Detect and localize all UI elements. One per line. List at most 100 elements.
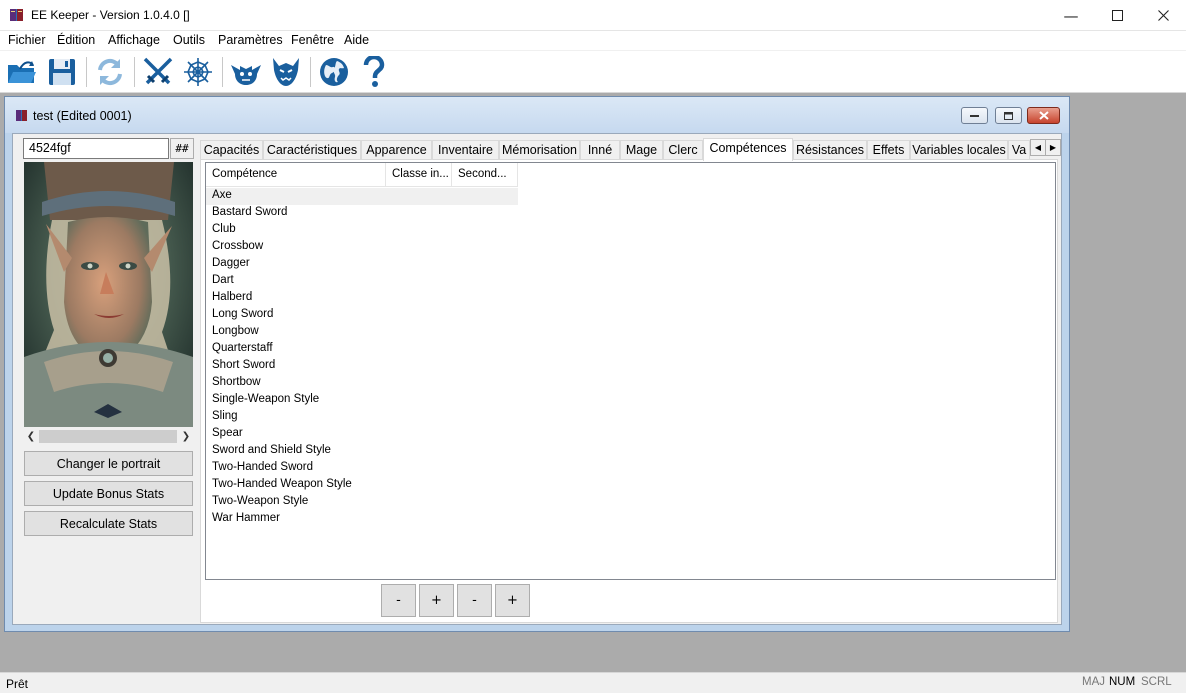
save-button[interactable] — [44, 54, 80, 90]
skill-row[interactable]: Two-Weapon Style — [206, 494, 518, 511]
column-header-second[interactable]: Second... — [452, 163, 518, 187]
weapons-button[interactable] — [140, 54, 176, 90]
elf-portrait-image — [24, 162, 193, 427]
skills-list[interactable]: Compétence Classe in... Second... Axe Bas… — [205, 162, 1056, 580]
tab-memorisation[interactable]: Mémorisation — [499, 140, 580, 160]
skill-row[interactable]: Single-Weapon Style — [206, 392, 518, 409]
change-portrait-button[interactable]: Changer le portrait — [24, 451, 193, 476]
tab-scroll-right-button[interactable]: ▶ — [1045, 139, 1061, 156]
close-icon — [1157, 10, 1169, 21]
skill-row[interactable]: Long Sword — [206, 307, 518, 324]
skill-row[interactable]: Shortbow — [206, 375, 518, 392]
skill-row[interactable]: Sling — [206, 409, 518, 426]
tab-variables-locales[interactable]: Variables locales — [910, 140, 1008, 160]
triangle-right-icon: ▶ — [1049, 143, 1057, 152]
menu-outils[interactable]: Outils — [173, 33, 205, 47]
tab-capacites[interactable]: Capacités — [200, 140, 263, 160]
skill-row[interactable]: Dagger — [206, 256, 518, 273]
goblin-face-icon — [231, 65, 261, 85]
tab-competences[interactable]: Compétences — [703, 138, 793, 161]
skill-row[interactable]: Two-Handed Sword — [206, 460, 518, 477]
portrait-horizontal-scrollbar[interactable]: ❮ ❯ — [24, 428, 193, 445]
tab-mage[interactable]: Mage — [620, 140, 663, 160]
update-bonus-stats-button[interactable]: Update Bonus Stats — [24, 481, 193, 506]
increase-button-1[interactable]: + — [419, 584, 454, 617]
hash-button[interactable]: ## — [170, 138, 194, 159]
skill-row[interactable]: Axe — [206, 188, 518, 205]
tab-caracteristiques[interactable]: Caractéristiques — [263, 140, 361, 160]
spider-web-icon — [184, 58, 212, 86]
child-restore-button[interactable] — [995, 107, 1022, 124]
open-button[interactable] — [4, 54, 40, 90]
crossed-swords-icon — [143, 57, 173, 85]
menu-edition[interactable]: Édition — [57, 33, 95, 47]
tab-apparence[interactable]: Apparence — [361, 140, 432, 160]
open-folder-icon — [8, 61, 36, 83]
tab-inne[interactable]: Inné — [580, 140, 620, 160]
tab-inventaire[interactable]: Inventaire — [432, 140, 499, 160]
triangle-left-icon: ◀ — [1034, 143, 1042, 152]
character-name-input[interactable]: 4524fgf — [23, 138, 169, 159]
menu-fichier[interactable]: Fichier — [8, 33, 46, 47]
skill-row[interactable]: Halberd — [206, 290, 518, 307]
character-window: test (Edited 0001) 4524fgf ## ❮ ❯ Change… — [4, 96, 1070, 632]
toolbar — [0, 51, 1186, 93]
maximize-button[interactable] — [1094, 0, 1140, 31]
scroll-right-icon[interactable]: ❯ — [179, 428, 193, 445]
globe-icon — [320, 58, 348, 86]
tab-effets[interactable]: Effets — [867, 140, 910, 160]
menu-fenetre[interactable]: Fenêtre — [291, 33, 334, 47]
skill-row[interactable]: Two-Handed Weapon Style — [206, 477, 518, 494]
minimize-button[interactable]: — — [1048, 0, 1094, 31]
help-button[interactable] — [356, 54, 392, 90]
demon-face-icon — [273, 58, 299, 86]
skill-row[interactable]: War Hammer — [206, 511, 518, 528]
toolbar-separator — [310, 57, 311, 87]
menu-aide[interactable]: Aide — [344, 33, 369, 47]
skill-row[interactable]: Quarterstaff — [206, 341, 518, 358]
scrollbar-thumb[interactable] — [39, 430, 177, 443]
skills-list-header: Compétence Classe in... Second... — [206, 163, 518, 187]
character-window-titlebar[interactable]: test (Edited 0001) — [5, 97, 1069, 133]
num-indicator: NUM — [1109, 676, 1136, 688]
character-window-title: test (Edited 0001) — [33, 109, 132, 123]
title-bar: EE Keeper - Version 1.0.4.0 [] — — [0, 0, 1186, 31]
skill-row[interactable]: Spear — [206, 426, 518, 443]
minimize-icon — [970, 114, 979, 117]
increase-button-2[interactable]: + — [495, 584, 530, 617]
demon-button[interactable] — [268, 54, 304, 90]
child-minimize-button[interactable] — [961, 107, 988, 124]
tab-resistances[interactable]: Résistances — [793, 140, 867, 160]
child-close-button[interactable] — [1027, 107, 1060, 124]
refresh-button[interactable] — [92, 54, 128, 90]
tab-scroll-left-button[interactable]: ◀ — [1030, 139, 1046, 156]
column-header-competence[interactable]: Compétence — [206, 163, 386, 187]
globe-button[interactable] — [316, 54, 352, 90]
menu-parametres[interactable]: Paramètres — [218, 33, 283, 47]
tab-variables-more[interactable]: Va — [1008, 140, 1030, 160]
spider-button[interactable] — [180, 54, 216, 90]
skill-row[interactable]: Club — [206, 222, 518, 239]
decrease-button-2[interactable]: - — [457, 584, 492, 617]
menu-affichage[interactable]: Affichage — [108, 33, 160, 47]
column-header-classe[interactable]: Classe in... — [386, 163, 452, 187]
decrease-button-1[interactable]: - — [381, 584, 416, 617]
tab-clerc[interactable]: Clerc — [663, 140, 703, 160]
skill-row[interactable]: Bastard Sword — [206, 205, 518, 222]
skill-row[interactable]: Crossbow — [206, 239, 518, 256]
close-button[interactable] — [1140, 0, 1186, 31]
refresh-icon — [98, 58, 122, 86]
scroll-left-icon[interactable]: ❮ — [24, 428, 38, 445]
character-window-content: 4524fgf ## ❮ ❯ Changer le portrait Updat… — [12, 133, 1062, 625]
skill-row[interactable]: Longbow — [206, 324, 518, 341]
tab-strip: Capacités Caractéristiques Apparence Inv… — [200, 138, 1062, 161]
minimize-icon: — — [1063, 6, 1079, 25]
toolbar-separator — [86, 57, 87, 87]
recalculate-stats-button[interactable]: Recalculate Stats — [24, 511, 193, 536]
skill-row[interactable]: Dart — [206, 273, 518, 290]
skill-row[interactable]: Short Sword — [206, 358, 518, 375]
window-title: EE Keeper - Version 1.0.4.0 [] — [31, 8, 190, 22]
menu-bar: Fichier Édition Affichage Outils Paramèt… — [0, 31, 1186, 51]
skill-row[interactable]: Sword and Shield Style — [206, 443, 518, 460]
goblin-button[interactable] — [228, 54, 264, 90]
